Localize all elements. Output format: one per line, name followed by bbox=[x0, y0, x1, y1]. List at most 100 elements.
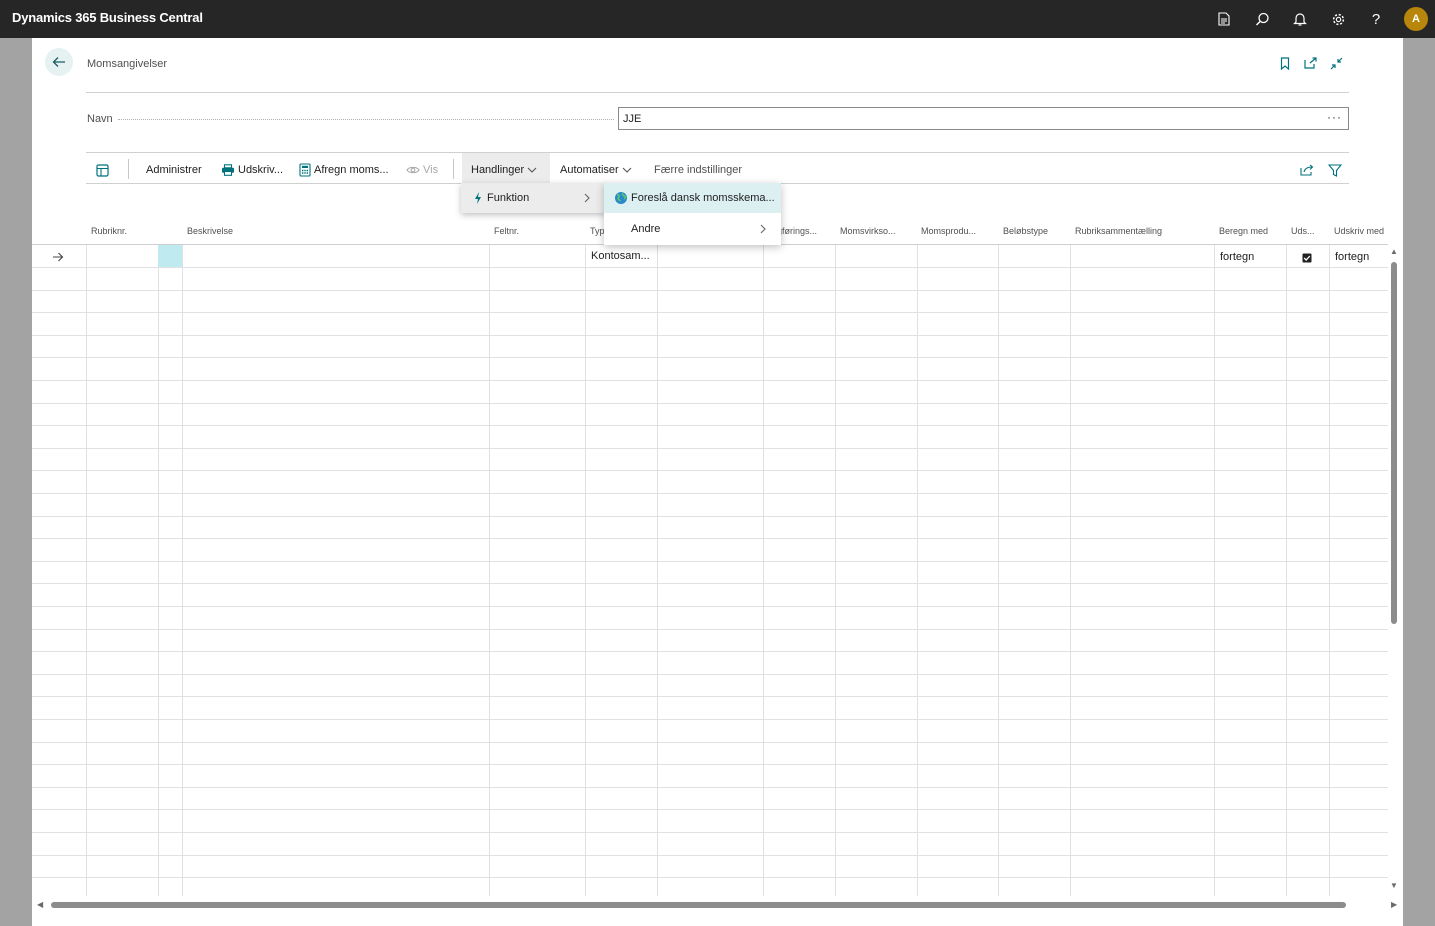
col-header-momsprod[interactable]: Momsprodu... bbox=[921, 226, 976, 236]
grid-row-line bbox=[32, 651, 1388, 652]
page-icon[interactable] bbox=[1214, 9, 1234, 29]
grid-column-line bbox=[1070, 245, 1071, 896]
faerre-indstillinger-button[interactable]: Færre indstillinger bbox=[654, 162, 742, 178]
row-arrow-icon[interactable] bbox=[52, 249, 64, 267]
back-button[interactable] bbox=[45, 48, 73, 76]
handlinger-label: Handlinger bbox=[471, 164, 525, 176]
udskriv-button[interactable]: Udskriv... bbox=[221, 162, 283, 178]
administrer-button[interactable]: Administrer bbox=[146, 162, 202, 178]
grid-row-line bbox=[32, 696, 1388, 697]
handlinger-menu: Funktion bbox=[461, 183, 606, 213]
col-header-rubriksam[interactable]: Rubriksammentælling bbox=[1075, 226, 1162, 236]
automatiser-label: Automatiser bbox=[560, 164, 619, 176]
search-icon[interactable] bbox=[1252, 9, 1272, 29]
grid-column-line bbox=[1286, 245, 1287, 896]
toolbar-separator bbox=[453, 159, 454, 179]
chevron-right-icon bbox=[584, 193, 590, 203]
administrer-label: Administrer bbox=[146, 164, 202, 176]
bookmark-icon[interactable] bbox=[1276, 54, 1294, 72]
backdrop bbox=[1403, 38, 1435, 926]
menu-item-andre[interactable]: Andre bbox=[604, 214, 781, 244]
calculator-icon bbox=[299, 163, 311, 177]
col-header-rubriknr[interactable]: Rubriknr. bbox=[91, 226, 127, 236]
faerre-label: Færre indstillinger bbox=[654, 164, 743, 176]
grid-row-line bbox=[32, 516, 1388, 517]
grid-column-line bbox=[1214, 245, 1215, 896]
selected-cell[interactable] bbox=[158, 245, 182, 267]
automatiser-button[interactable]: Automatiser bbox=[560, 162, 632, 178]
scroll-down-arrow[interactable]: ▼ bbox=[1390, 881, 1398, 890]
lightning-icon bbox=[475, 192, 481, 204]
foresla-label: Foreslå dansk momsskema... bbox=[631, 192, 775, 204]
app-title[interactable]: Dynamics 365 Business Central bbox=[12, 10, 203, 25]
col-header-momsvirk[interactable]: Momsvirkso... bbox=[840, 226, 896, 236]
grid-column-line bbox=[489, 245, 490, 896]
back-arrow-icon bbox=[52, 57, 65, 67]
filter-button[interactable] bbox=[1328, 162, 1342, 178]
grid-row-line bbox=[32, 267, 1388, 268]
grid-row-line bbox=[32, 629, 1388, 630]
col-header-beskrivelse[interactable]: Beskrivelse bbox=[187, 226, 233, 236]
page-sheet: Momsangivelser Navn JJE ··· Administrer … bbox=[32, 38, 1403, 926]
grid-row-line bbox=[32, 606, 1388, 607]
grid-column-line bbox=[585, 245, 586, 896]
page-layout-button[interactable] bbox=[96, 162, 109, 178]
page-title: Momsangivelser bbox=[87, 58, 168, 70]
scroll-up-arrow[interactable]: ▲ bbox=[1390, 247, 1398, 256]
udskrivmed-cell[interactable]: fortegn bbox=[1335, 251, 1369, 263]
handlinger-button[interactable]: Handlinger bbox=[471, 162, 537, 178]
bell-icon[interactable] bbox=[1290, 9, 1310, 29]
grid-row-line bbox=[32, 335, 1388, 336]
data-grid: Rubriknr. Beskrivelse Feltnr. Typ gførin… bbox=[32, 218, 1388, 896]
vis-label: Vis bbox=[423, 164, 439, 176]
chevron-down-icon bbox=[622, 167, 632, 173]
menu-item-foresla[interactable]: Foreslå dansk momsskema... bbox=[604, 183, 781, 213]
share-icon bbox=[1300, 164, 1314, 176]
col-header-beregn[interactable]: Beregn med bbox=[1219, 226, 1268, 236]
col-header-udskrivmed[interactable]: Udskriv med bbox=[1334, 226, 1384, 236]
grid-row-line bbox=[32, 855, 1388, 856]
grid-row-line bbox=[32, 809, 1388, 810]
help-icon[interactable]: ? bbox=[1366, 9, 1386, 29]
grid-row-line bbox=[32, 787, 1388, 788]
grid-row-line bbox=[32, 832, 1388, 833]
gear-icon[interactable] bbox=[1328, 9, 1348, 29]
more-button[interactable]: ··· bbox=[1327, 110, 1342, 124]
grid-column-line bbox=[998, 245, 999, 896]
open-new-icon[interactable] bbox=[1301, 54, 1319, 72]
vertical-scrollbar-thumb[interactable] bbox=[1391, 262, 1397, 624]
grid-row-line bbox=[32, 448, 1388, 449]
grid-row-line bbox=[32, 493, 1388, 494]
globe-icon bbox=[615, 192, 627, 204]
afregn-moms-button[interactable]: Afregn moms... bbox=[299, 162, 389, 178]
scroll-right-arrow[interactable]: ▶ bbox=[1391, 900, 1397, 909]
grid-row-line bbox=[32, 425, 1388, 426]
checkbox-icon[interactable] bbox=[1302, 250, 1312, 268]
col-header-type[interactable]: Typ bbox=[590, 226, 605, 236]
grid-row-line bbox=[32, 719, 1388, 720]
chevron-down-icon bbox=[527, 167, 537, 173]
grid-column-line bbox=[917, 245, 918, 896]
horizontal-scrollbar-thumb[interactable] bbox=[51, 902, 1346, 908]
grid-row-line bbox=[32, 583, 1388, 584]
grid-row-line bbox=[32, 538, 1388, 539]
grid-row-line bbox=[32, 380, 1388, 381]
vis-button[interactable]: Vis bbox=[406, 162, 438, 178]
col-header-belobstype[interactable]: Beløbstype bbox=[1003, 226, 1048, 236]
col-header-feltnr[interactable]: Feltnr. bbox=[494, 226, 519, 236]
type-cell[interactable]: Kontosam... bbox=[591, 250, 653, 262]
avatar[interactable]: A bbox=[1404, 7, 1428, 31]
collapse-icon[interactable] bbox=[1327, 54, 1345, 72]
grid-row-line bbox=[32, 764, 1388, 765]
scroll-left-arrow[interactable]: ◀ bbox=[37, 900, 43, 909]
backdrop bbox=[0, 38, 32, 926]
col-header-bogforing[interactable]: gførings... bbox=[777, 226, 817, 236]
col-header-uds[interactable]: Uds... bbox=[1291, 226, 1315, 236]
menu-item-funktion[interactable]: Funktion bbox=[461, 183, 606, 213]
funktion-submenu: Foreslå dansk momsskema... Andre bbox=[604, 183, 781, 245]
share-button[interactable] bbox=[1300, 162, 1315, 178]
navn-field[interactable]: JJE ··· bbox=[618, 107, 1349, 130]
eye-icon bbox=[406, 166, 420, 174]
grid-row-line bbox=[32, 290, 1388, 291]
beregn-cell[interactable]: fortegn bbox=[1220, 251, 1254, 263]
